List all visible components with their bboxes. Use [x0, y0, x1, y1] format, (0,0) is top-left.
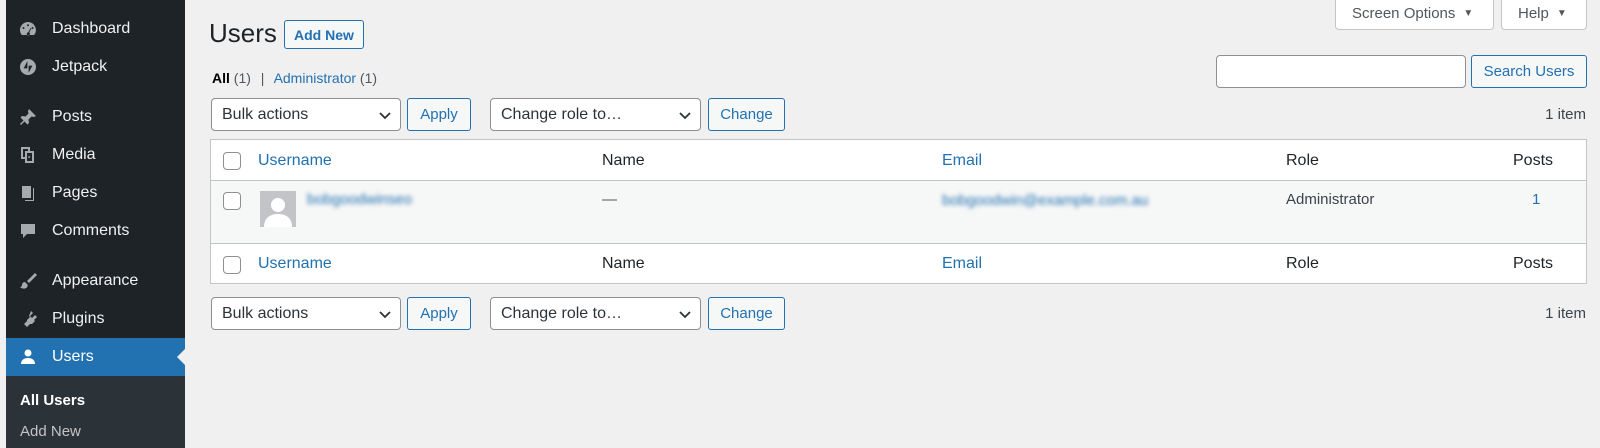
column-posts-footer: Posts — [1513, 255, 1554, 272]
user-icon — [18, 347, 38, 367]
column-posts: Posts — [1513, 152, 1554, 169]
screen-options-label: Screen Options — [1352, 5, 1456, 22]
change-role-value: Change role to… — [501, 304, 622, 322]
comment-icon — [18, 221, 38, 241]
page-title: Users — [209, 18, 277, 48]
help-button[interactable]: Help ▼ — [1501, 0, 1587, 30]
pin-icon — [18, 107, 38, 127]
sidebar-item-label: Pages — [52, 184, 98, 201]
sidebar-item-jetpack[interactable]: Jetpack — [6, 48, 185, 86]
chevron-down-icon — [379, 112, 391, 120]
admin-sidebar: Dashboard Jetpack Posts Media Pages Comm… — [0, 0, 185, 448]
name-cell: — — [602, 191, 617, 208]
sidebar-item-plugins[interactable]: Plugins — [6, 300, 185, 338]
column-role-footer: Role — [1286, 255, 1319, 272]
column-role: Role — [1286, 152, 1319, 169]
screen-options-button[interactable]: Screen Options ▼ — [1335, 0, 1494, 30]
submenu-add-new[interactable]: Add New — [20, 423, 81, 440]
sidebar-item-label: Plugins — [52, 310, 105, 327]
chevron-down-icon — [379, 311, 391, 319]
role-filter: All (1) | Administrator (1) — [212, 70, 377, 86]
bulk-actions-value: Bulk actions — [222, 304, 309, 322]
sidebar-item-label: Dashboard — [52, 20, 131, 37]
sidebar-item-label: Users — [52, 348, 94, 365]
item-count-bottom: 1 item — [1545, 305, 1586, 322]
email-link[interactable]: bobgoodwin@example.com.au — [942, 192, 1148, 209]
chevron-down-icon — [679, 112, 691, 120]
caret-down-icon: ▼ — [1556, 8, 1567, 19]
users-submenu: All Users Add New — [6, 376, 185, 448]
sidebar-item-label: Media — [52, 146, 96, 163]
bulk-actions-select-bottom[interactable]: Bulk actions — [211, 297, 401, 330]
sidebar-item-comments[interactable]: Comments — [6, 212, 185, 250]
avatar — [260, 191, 296, 227]
posts-count-link[interactable]: 1 — [1532, 191, 1540, 208]
column-name-footer: Name — [602, 255, 645, 272]
filter-all-count: (1) — [233, 70, 251, 86]
plugin-icon — [18, 309, 38, 329]
column-username[interactable]: Username — [258, 152, 332, 170]
pages-icon — [18, 183, 38, 203]
change-role-button[interactable]: Change — [708, 98, 785, 131]
column-name: Name — [602, 152, 645, 169]
change-role-value: Change role to… — [501, 105, 622, 123]
sidebar-item-appearance[interactable]: Appearance — [6, 262, 185, 300]
sidebar-item-media[interactable]: Media — [6, 136, 185, 174]
change-role-select[interactable]: Change role to… — [490, 98, 701, 131]
sidebar-item-label: Posts — [52, 108, 93, 125]
filter-administrator-link[interactable]: Administrator — [274, 70, 356, 86]
help-label: Help — [1518, 5, 1549, 22]
table-header-row: Username Name Email Role Posts — [211, 140, 1586, 181]
sidebar-item-pages[interactable]: Pages — [6, 174, 185, 212]
change-role-select-bottom[interactable]: Change role to… — [490, 297, 701, 330]
column-email-footer[interactable]: Email — [942, 255, 982, 273]
apply-button[interactable]: Apply — [407, 98, 471, 131]
jetpack-icon — [18, 57, 38, 77]
search-users-button[interactable]: Search Users — [1471, 55, 1587, 88]
item-count: 1 item — [1545, 106, 1586, 123]
table-row: bobgoodwinseo — bobgoodwin@example.com.a… — [211, 181, 1586, 244]
column-username-footer[interactable]: Username — [258, 255, 332, 273]
select-all-checkbox-footer[interactable] — [223, 256, 241, 274]
row-checkbox[interactable] — [223, 192, 241, 210]
search-input[interactable] — [1216, 55, 1466, 88]
media-icon — [18, 145, 38, 165]
change-role-button-bottom[interactable]: Change — [708, 297, 785, 330]
chevron-down-icon — [679, 311, 691, 319]
role-cell: Administrator — [1286, 191, 1375, 208]
brush-icon — [18, 271, 38, 291]
bulk-actions-value: Bulk actions — [222, 105, 309, 123]
apply-button-bottom[interactable]: Apply — [407, 297, 471, 330]
submenu-all-users[interactable]: All Users — [20, 392, 85, 409]
sidebar-item-users[interactable]: Users — [6, 338, 185, 376]
sidebar-item-posts[interactable]: Posts — [6, 98, 185, 136]
filter-administrator-count: (1) — [359, 70, 378, 86]
filter-separator: | — [260, 70, 265, 86]
username-link[interactable]: bobgoodwinseo — [307, 191, 412, 208]
column-email[interactable]: Email — [942, 152, 982, 170]
bulk-actions-select[interactable]: Bulk actions — [211, 98, 401, 131]
sidebar-item-dashboard[interactable]: Dashboard — [6, 10, 185, 48]
filter-all-link[interactable]: All — [212, 70, 230, 86]
caret-down-icon: ▼ — [1463, 8, 1474, 19]
sidebar-item-label: Jetpack — [52, 58, 108, 75]
sidebar-item-label: Appearance — [52, 272, 139, 289]
select-all-checkbox[interactable] — [223, 152, 241, 170]
table-footer-row: Username Name Email Role Posts — [211, 244, 1586, 284]
add-new-button[interactable]: Add New — [284, 20, 364, 49]
users-table: Username Name Email Role Posts bobgoodwi… — [210, 139, 1587, 284]
sidebar-item-label: Comments — [52, 222, 130, 239]
dashboard-icon — [18, 19, 38, 39]
